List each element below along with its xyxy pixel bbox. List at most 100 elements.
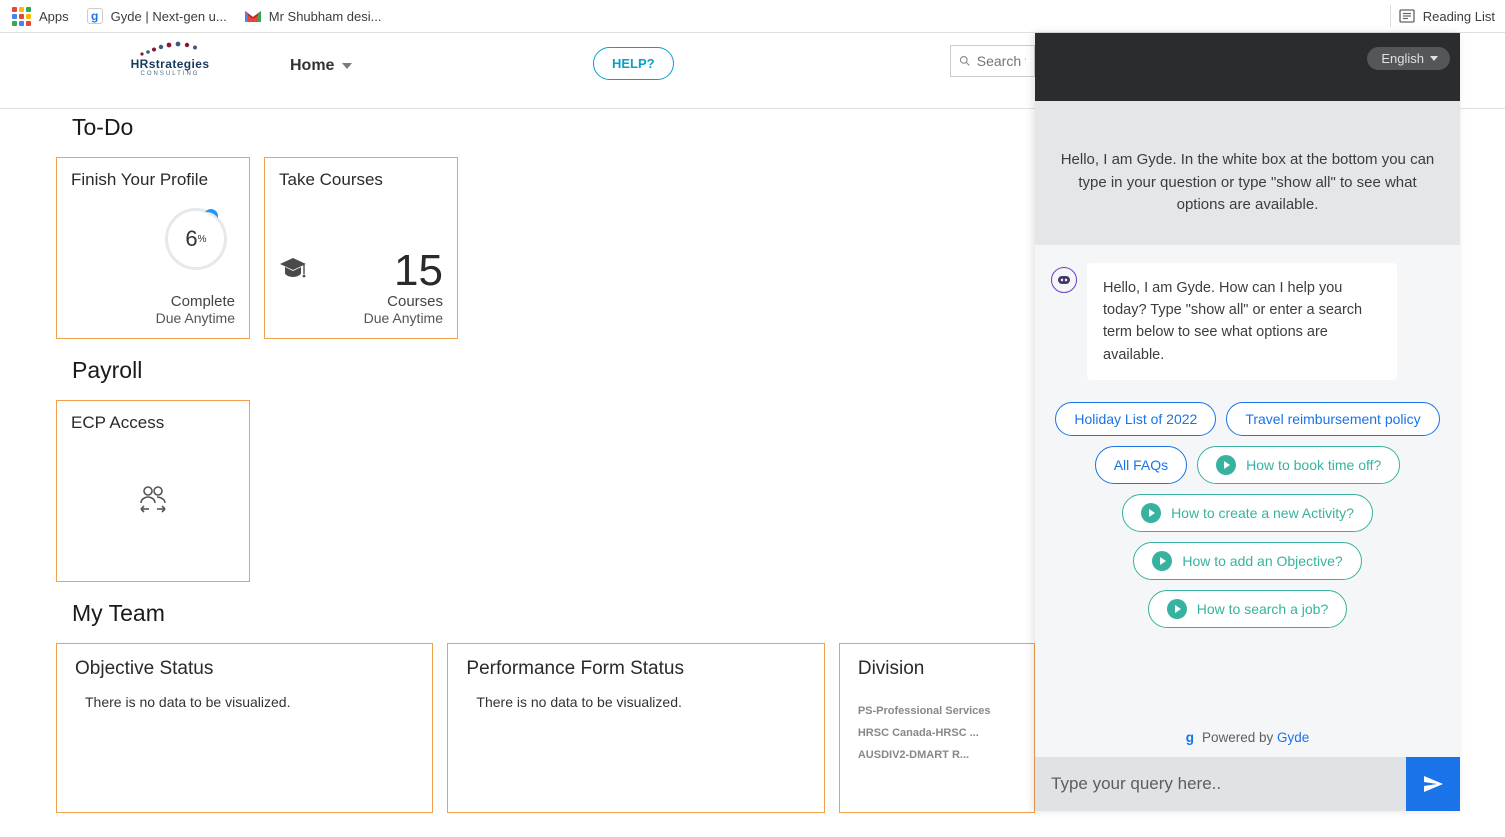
search-icon	[959, 53, 971, 69]
language-label: English	[1381, 51, 1424, 66]
bookmarks-left: Apps g Gyde | Next-gen u... Mr Shubham d…	[12, 7, 381, 26]
send-icon	[1421, 772, 1445, 796]
objective-status-card[interactable]: Objective Status There is no data to be …	[56, 643, 433, 813]
division-title: Division	[858, 658, 1016, 680]
gmail-icon	[245, 8, 261, 24]
browser-bookmarks-bar: Apps g Gyde | Next-gen u... Mr Shubham d…	[0, 0, 1505, 33]
powered-by-row: g Powered by Gyde	[1035, 720, 1460, 757]
reading-list-icon	[1399, 8, 1415, 24]
main-content: To-Do Finish Your Profile 6% Complete Du…	[0, 110, 1035, 837]
course-count: 15	[279, 249, 443, 293]
gyde-header: English	[1035, 33, 1460, 101]
bookmarks-right: Reading List	[1390, 5, 1495, 27]
chevron-down-icon	[1430, 56, 1438, 61]
hrstrategies-logo[interactable]: HRstrategies CONSULTING	[130, 41, 210, 81]
play-icon	[1167, 599, 1187, 619]
gyde-chat-area: Hello, I am Gyde. How can I help you tod…	[1035, 245, 1460, 721]
gyde-bookmark[interactable]: g Gyde | Next-gen u...	[87, 8, 227, 24]
bot-message-row: Hello, I am Gyde. How can I help you tod…	[1051, 263, 1444, 381]
chip-search-job[interactable]: How to search a job?	[1148, 590, 1348, 628]
divider	[1390, 5, 1391, 27]
division-card[interactable]: Division PS-Professional Services HRSC C…	[839, 643, 1035, 813]
language-selector[interactable]: English	[1367, 47, 1450, 70]
chip-holiday-list[interactable]: Holiday List of 2022	[1055, 402, 1216, 436]
home-label: Home	[290, 57, 334, 75]
course-due-label: Due Anytime	[279, 310, 443, 326]
chip-travel-policy[interactable]: Travel reimbursement policy	[1226, 402, 1439, 436]
ecp-access-title: ECP Access	[71, 413, 235, 433]
play-icon	[1152, 551, 1172, 571]
courses-card-body: 15 Courses Due Anytime	[279, 249, 443, 326]
bot-avatar-icon	[1051, 267, 1077, 293]
chip-book-time-off[interactable]: How to book time off?	[1197, 446, 1400, 484]
gyde-favicon-icon: g	[87, 8, 103, 24]
profile-percent-sign: %	[198, 234, 207, 245]
chip-label: All FAQs	[1114, 457, 1168, 473]
apps-bookmark[interactable]: Apps	[12, 7, 69, 26]
powered-by-text: Powered by	[1202, 730, 1277, 745]
gyde-mini-icon: g	[1186, 730, 1194, 745]
profile-complete-label: Complete	[71, 293, 235, 310]
todo-section-title: To-Do	[72, 114, 1035, 141]
profile-percent-number: 6	[185, 226, 197, 252]
performance-form-title: Performance Form Status	[466, 658, 805, 680]
apps-grid-icon	[12, 7, 31, 26]
myteam-cards-row: Objective Status There is no data to be …	[72, 643, 1035, 813]
chip-all-faqs[interactable]: All FAQs	[1095, 446, 1187, 484]
home-nav[interactable]: Home	[290, 57, 352, 75]
chip-label: How to book time off?	[1246, 457, 1381, 473]
profile-progress-ring: 6%	[165, 208, 227, 270]
apps-label: Apps	[39, 9, 69, 24]
gyde-query-input[interactable]	[1035, 757, 1406, 811]
chip-label: How to add an Objective?	[1182, 553, 1342, 569]
payroll-cards-row: ECP Access	[72, 400, 1035, 582]
suggestion-chips: Holiday List of 2022 Travel reimbursemen…	[1051, 402, 1444, 628]
todo-cards-row: Finish Your Profile 6% Complete Due Anyt…	[72, 157, 1035, 339]
chip-label: Travel reimbursement policy	[1245, 411, 1420, 427]
logo-text: HRstrategies	[131, 57, 210, 71]
finish-profile-title: Finish Your Profile	[71, 170, 235, 190]
profile-due-label: Due Anytime	[71, 310, 235, 326]
reading-list[interactable]: Reading List	[1399, 8, 1495, 24]
payroll-section-title: Payroll	[72, 357, 1035, 384]
objective-status-title: Objective Status	[75, 658, 414, 680]
logo-dots-icon	[138, 41, 202, 57]
take-courses-title: Take Courses	[279, 170, 443, 190]
profile-card-body: Complete Due Anytime	[71, 293, 235, 326]
chip-label: How to create a new Activity?	[1171, 505, 1354, 521]
send-button[interactable]	[1406, 757, 1460, 811]
take-courses-card[interactable]: Take Courses 15 Courses Due Anytime	[264, 157, 458, 339]
performance-no-data: There is no data to be visualized.	[476, 694, 805, 710]
gyde-bookmark-label: Gyde | Next-gen u...	[111, 9, 227, 24]
powered-by-link[interactable]: Gyde	[1277, 730, 1309, 745]
people-transfer-icon	[136, 483, 170, 517]
division-legend-item: AUSDIV2-DMART R...	[858, 744, 991, 766]
gyde-input-row	[1035, 757, 1460, 811]
chip-add-objective[interactable]: How to add an Objective?	[1133, 542, 1361, 580]
objective-no-data: There is no data to be visualized.	[85, 694, 414, 710]
myteam-section-title: My Team	[72, 600, 1035, 627]
gmail-bookmark[interactable]: Mr Shubham desi...	[245, 8, 382, 24]
chip-label: Holiday List of 2022	[1074, 411, 1197, 427]
logo-subtext: CONSULTING	[141, 71, 200, 77]
course-label: Courses	[279, 293, 443, 310]
bot-message-bubble: Hello, I am Gyde. How can I help you tod…	[1087, 263, 1397, 381]
gyde-intro-text: Hello, I am Gyde. In the white box at th…	[1035, 101, 1460, 245]
ecp-access-card[interactable]: ECP Access	[56, 400, 250, 582]
search-box[interactable]	[950, 45, 1035, 77]
gyde-panel: English Hello, I am Gyde. In the white b…	[1035, 33, 1460, 811]
finish-profile-card[interactable]: Finish Your Profile 6% Complete Due Anyt…	[56, 157, 250, 339]
chip-label: How to search a job?	[1197, 601, 1329, 617]
search-input[interactable]	[977, 53, 1026, 69]
division-legend-item: PS-Professional Services	[858, 700, 991, 722]
division-legend-item: HRSC Canada-HRSC ...	[858, 722, 991, 744]
performance-form-card[interactable]: Performance Form Status There is no data…	[447, 643, 824, 813]
reading-list-label: Reading List	[1423, 9, 1495, 24]
gmail-bookmark-label: Mr Shubham desi...	[269, 9, 382, 24]
chevron-down-icon	[342, 63, 352, 69]
play-icon	[1216, 455, 1236, 475]
help-button[interactable]: HELP?	[593, 47, 674, 80]
division-legend: PS-Professional Services HRSC Canada-HRS…	[858, 700, 991, 766]
chip-create-activity[interactable]: How to create a new Activity?	[1122, 494, 1373, 532]
play-icon	[1141, 503, 1161, 523]
